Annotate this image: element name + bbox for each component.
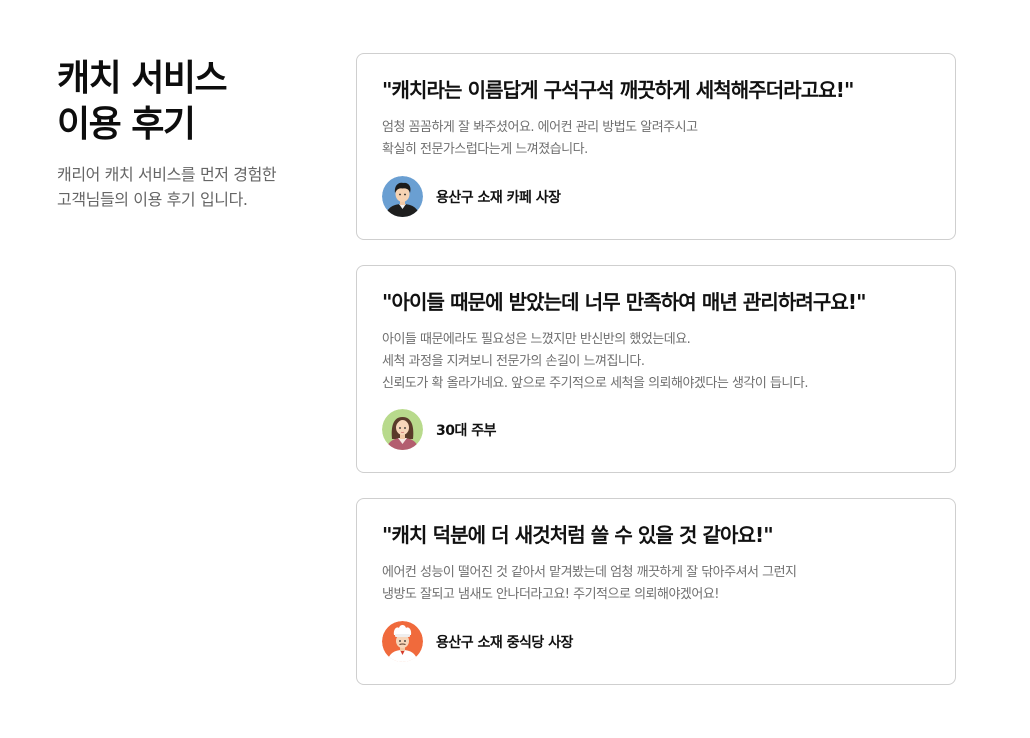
- reviewer: 용산구 소재 카페 사장: [382, 176, 561, 217]
- review-quote: "아이들 때문에 받았는데 너무 만족하여 매년 관리하려구요!": [382, 290, 867, 314]
- reviewer: 30대 주부: [382, 409, 497, 450]
- review-quote: "캐치 덕분에 더 새것처럼 쓸 수 있을 것 같아요!": [382, 523, 774, 547]
- woman-avatar-icon: [382, 409, 423, 450]
- review-body: 엄청 꼼꼼하게 잘 봐주셨어요. 에어컨 관리 방법도 알려주시고 확실히 전문…: [382, 120, 698, 157]
- reviewer: 용산구 소재 중식당 사장: [382, 621, 573, 662]
- review-card: "캐치 덕분에 더 새것처럼 쓸 수 있을 것 같아요!" 에어컨 성능이 떨어…: [356, 498, 956, 685]
- man-avatar-icon: [382, 176, 423, 217]
- page-title: 캐치 서비스 이용 후기: [57, 58, 228, 145]
- reviewer-name: 30대 주부: [436, 422, 497, 439]
- review-card: "캐치라는 이름답게 구석구석 깨끗하게 세척해주더라고요!" 엄청 꼼꼼하게 …: [356, 53, 956, 240]
- reviewer-name: 용산구 소재 카페 사장: [436, 189, 561, 206]
- review-card: "아이들 때문에 받았는데 너무 만족하여 매년 관리하려구요!" 아이들 때문…: [356, 265, 956, 473]
- reviewer-name: 용산구 소재 중식당 사장: [436, 634, 573, 651]
- review-body: 에어컨 성능이 떨어진 것 같아서 맡겨봤는데 엄청 깨끗하게 잘 닦아주셔서 …: [382, 565, 797, 602]
- intro-description: 캐리어 캐치 서비스를 먼저 경험한 고객님들의 이용 후기 입니다.: [57, 165, 277, 209]
- review-list: "캐치라는 이름답게 구석구석 깨끗하게 세척해주더라고요!" 엄청 꼼꼼하게 …: [356, 53, 956, 685]
- review-quote: "캐치라는 이름답게 구석구석 깨끗하게 세척해주더라고요!": [382, 78, 854, 102]
- intro-section: 캐치 서비스 이용 후기 캐리어 캐치 서비스를 먼저 경험한 고객님들의 이용…: [57, 56, 327, 212]
- chef-avatar-icon: [382, 621, 423, 662]
- review-body: 아이들 때문에라도 필요성은 느꼈지만 반신반의 했었는데요. 세척 과정을 지…: [382, 332, 808, 391]
